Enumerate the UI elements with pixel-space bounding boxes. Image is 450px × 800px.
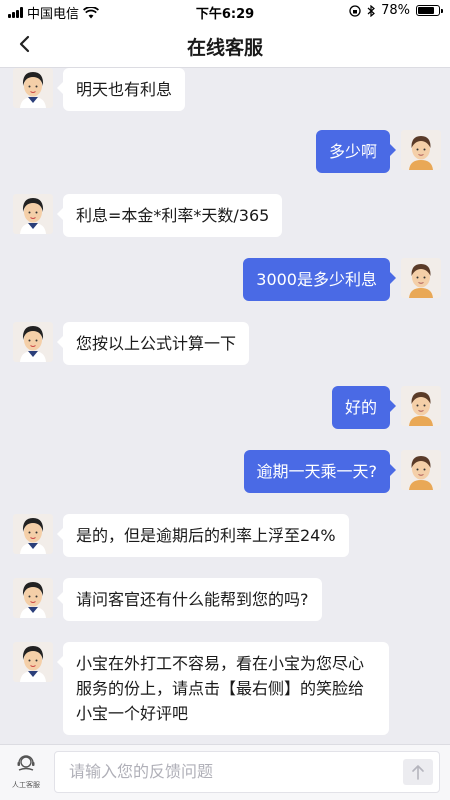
agent-avatar (13, 642, 53, 682)
send-button[interactable] (403, 759, 433, 785)
user-avatar (401, 130, 441, 170)
rotation-lock-icon (349, 4, 361, 17)
message-bubble: 利息=本金*利率*天数/365 (56, 194, 283, 237)
nav-bar: 在线客服 (0, 22, 450, 68)
agent-avatar (13, 68, 53, 108)
agent-avatar (13, 514, 53, 554)
message-bubble: 3000是多少利息 (243, 258, 396, 301)
message-bubble: 是的，但是逾期后的利率上浮至24% (57, 514, 349, 557)
human-agent-button[interactable]: 人工客服 (6, 753, 46, 797)
arrow-up-icon (412, 765, 424, 780)
user-avatar (401, 258, 441, 298)
battery-percent: 78% (381, 3, 410, 18)
message-bubble: 多少啊 (315, 130, 397, 173)
agent-avatar (13, 194, 53, 234)
headset-icon (17, 755, 35, 771)
input-bar: 人工客服 请输入您的反馈问题 (0, 744, 450, 800)
chat-list[interactable]: 明天也有利息 多少啊 利息=本金*利率*天数/365 3000是多少利息 您按以… (0, 68, 450, 744)
input-placeholder: 请输入您的反馈问题 (69, 762, 214, 781)
battery-icon (416, 5, 443, 16)
battery-fill (418, 7, 434, 14)
bluetooth-icon (367, 4, 376, 17)
feedback-input[interactable]: 请输入您的反馈问题 (54, 751, 440, 793)
user-avatar (401, 450, 441, 490)
message-bubble: 小宝在外打工不容易，看在小宝为您尽心服务的份上，请点击【最右侧】的笑脸给小宝一个… (57, 642, 389, 735)
message-bubble: 逾期一天乘一天? (243, 450, 396, 493)
message-bubble: 请问客官还有什么能帮到您的吗? (57, 578, 322, 621)
message-bubble: 好的 (331, 386, 397, 429)
agent-avatar (13, 578, 53, 618)
user-avatar (401, 386, 441, 426)
human-agent-label: 人工客服 (12, 781, 40, 789)
message-bubble: 明天也有利息 (56, 68, 186, 111)
agent-avatar (13, 322, 53, 362)
page-title: 在线客服 (186, 37, 263, 59)
status-bar: 中国电信 下午6:29 78% (0, 0, 450, 22)
message-bubble: 您按以上公式计算一下 (56, 322, 250, 365)
